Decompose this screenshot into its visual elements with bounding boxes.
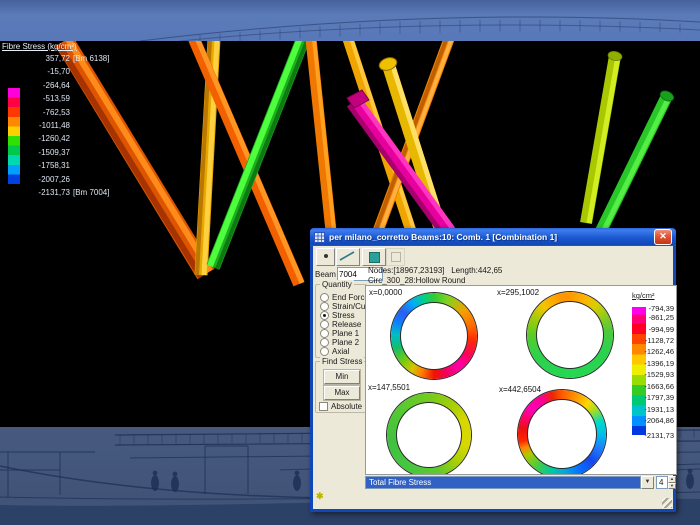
dialog-titlebar[interactable]: per milano_corretto Beams:10: Comb. 1 [C…: [310, 228, 676, 246]
min-button[interactable]: Min: [324, 370, 360, 384]
radio-icon[interactable]: [320, 302, 329, 311]
radio-stress[interactable]: Stress: [320, 311, 355, 320]
quantity-group-label: Quantity: [320, 280, 354, 289]
combobox-dropdown-arrow[interactable]: ▼: [641, 476, 654, 489]
section-label-3: x=147,5501: [368, 383, 410, 392]
radio-icon-selected[interactable]: [320, 311, 329, 320]
background-top-band: [0, 0, 700, 41]
radio-plane-1[interactable]: Plane 1: [320, 329, 359, 338]
radio-plane-2[interactable]: Plane 2: [320, 338, 359, 347]
section-label-1: x=0,0000: [369, 288, 402, 297]
legend-entry: -1509,37: [2, 146, 122, 159]
legend-entry: -1011,48: [2, 119, 122, 132]
dialog-title: per milano_corretto Beams:10: Comb. 1 [C…: [329, 232, 654, 242]
checkbox-icon[interactable]: [319, 402, 328, 411]
section-label-2: x=295,1002: [497, 288, 539, 297]
screen: Fibre Stress (kg/cm²) 357,72[Bm 6138] -1…: [0, 0, 700, 525]
resize-grip[interactable]: [662, 498, 672, 508]
beam-orange-lean: [311, 41, 334, 231]
stress-legend: Fibre Stress (kg/cm²) 357,72[Bm 6138] -1…: [2, 42, 122, 51]
beam-section-info: Circ_300_28:Hollow Round: [368, 276, 465, 285]
legend-entry: -15,70: [2, 65, 122, 78]
diagonal-line-icon: [337, 249, 357, 263]
status-units-icon: ✱: [316, 491, 324, 502]
stress-color-scale: kg/cm² -794,39 -861,25 -994,99 -1128,72 …: [624, 288, 674, 472]
scale-unit-label: kg/cm²: [632, 291, 655, 300]
beam-label: Beam: [315, 270, 336, 279]
find-stress-group: Find Stress Min Max Absolute: [315, 361, 367, 413]
beam-green-right: [601, 89, 675, 231]
radio-end-force[interactable]: End Force: [320, 293, 369, 302]
outline-square-icon: [391, 252, 401, 262]
stress-point-spinner[interactable]: ▲ ▼: [668, 476, 676, 489]
beam-nodes-info: Nodes:[18967,23193] Length:442,65: [368, 266, 502, 275]
point-icon: [324, 254, 328, 258]
max-button[interactable]: Max: [324, 386, 360, 400]
legend-values: 357,72[Bm 6138] -15,70 -264,64 -513,59 -…: [2, 52, 122, 199]
cross-section-canvas[interactable]: x=0,0000 x=295,1002 x=147,5501 x=442,650…: [365, 285, 677, 475]
beam-green-left: [210, 41, 307, 269]
legend-entry: -513,59: [2, 92, 122, 105]
radio-icon[interactable]: [320, 338, 329, 347]
radio-icon[interactable]: [320, 347, 329, 356]
filled-square-icon: [369, 252, 380, 263]
section-ring-3: [387, 393, 471, 475]
radio-icon[interactable]: [320, 320, 329, 329]
radio-icon[interactable]: [320, 329, 329, 338]
point-display-button[interactable]: [316, 248, 335, 266]
absolute-checkbox-row[interactable]: Absolute: [319, 402, 362, 411]
legend-entry: -1260,42: [2, 132, 122, 145]
section-label-4: x=442,6504: [499, 385, 541, 394]
dome-wireframe-sketch: [0, 0, 700, 41]
filled-display-button[interactable]: [362, 248, 386, 266]
stress-point-spinner-value[interactable]: 4: [656, 476, 668, 489]
beam-stress-dialog: per milano_corretto Beams:10: Comb. 1 [C…: [310, 228, 676, 512]
legend-entry: -762,53: [2, 106, 122, 119]
radio-icon[interactable]: [320, 293, 329, 302]
legend-entry: -264,64: [2, 79, 122, 92]
disabled-display-button: [386, 248, 405, 266]
radio-release[interactable]: Release: [320, 320, 361, 329]
stress-type-combobox[interactable]: Total Fibre Stress: [365, 476, 641, 489]
quantity-group: Quantity End Force Strain/Curv. Stress R…: [315, 284, 367, 358]
radio-axial[interactable]: Axial: [320, 347, 349, 356]
legend-entry: 357,72[Bm 6138]: [2, 52, 122, 65]
legend-entry: -2007,26: [2, 173, 122, 186]
spinner-down-icon[interactable]: ▼: [668, 483, 676, 490]
section-ring-4: [518, 390, 606, 475]
legend-title: Fibre Stress (kg/cm²): [2, 42, 122, 51]
section-ring-2: [527, 292, 613, 378]
legend-entry: -1758,31: [2, 159, 122, 172]
close-button[interactable]: ✕: [654, 229, 672, 245]
line-display-button[interactable]: [336, 248, 360, 266]
find-stress-label: Find Stress: [320, 357, 364, 366]
section-ring-1: [391, 293, 477, 379]
legend-entry: -2131,73[Bm 7004]: [2, 186, 122, 199]
dialog-body: Beam Quantity End Force Strain/Curv. Str…: [313, 246, 673, 509]
grid-window-icon: [314, 232, 325, 243]
